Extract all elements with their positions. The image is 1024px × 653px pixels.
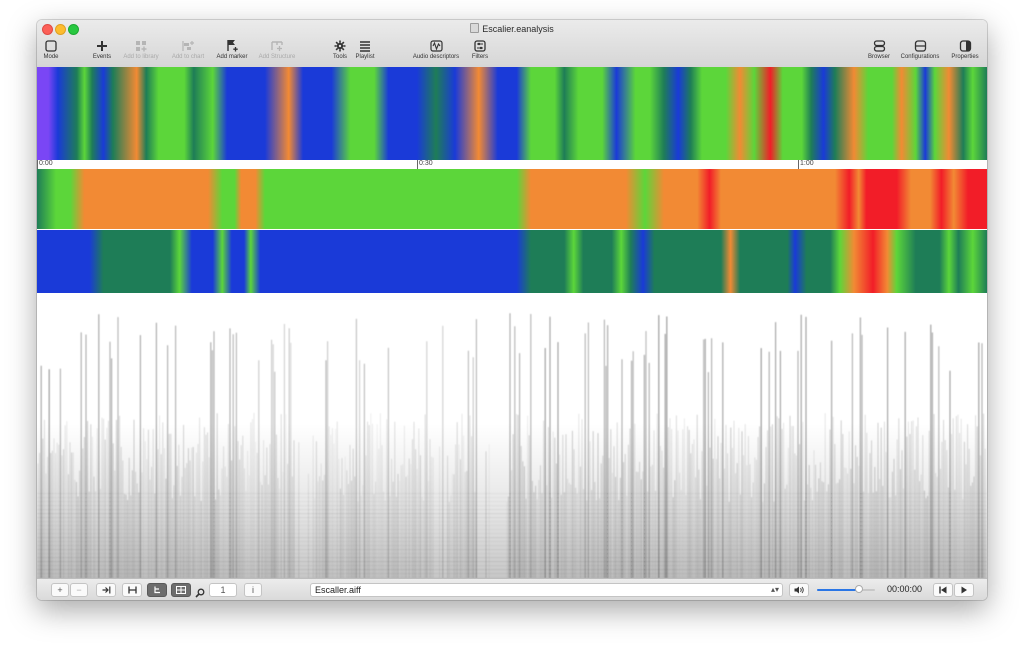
bottom-bar: + − 1 i Escaller.aiff ▴▾ 00:00:00 bbox=[37, 578, 987, 600]
sonogram-view[interactable] bbox=[37, 293, 987, 579]
window-title: Escalier.eanalysis bbox=[37, 23, 987, 34]
zoom-field[interactable]: 1 bbox=[209, 583, 237, 597]
events-label: Events bbox=[92, 54, 112, 60]
properties-label: Properties bbox=[951, 54, 979, 60]
browser-button[interactable]: Browser bbox=[864, 37, 894, 60]
playlist-button[interactable]: Playlist bbox=[351, 37, 379, 60]
properties-icon bbox=[947, 37, 983, 54]
mode-button[interactable]: Mode bbox=[39, 37, 63, 60]
add-to-chart-button[interactable]: Add to chart bbox=[166, 37, 210, 60]
chevron-updown-icon: ▴▾ bbox=[770, 585, 779, 594]
hierarchy-icon bbox=[153, 586, 160, 594]
filter-icon bbox=[468, 37, 492, 54]
timecode-display: 00:00:00 bbox=[887, 584, 923, 594]
sonogram-image bbox=[37, 313, 987, 579]
waveform-icon bbox=[407, 37, 465, 54]
speaker-icon bbox=[794, 586, 804, 594]
volume-button[interactable] bbox=[789, 583, 809, 597]
window-title-text: Escalier.eanalysis bbox=[482, 24, 554, 34]
layout-toggle[interactable] bbox=[171, 583, 191, 597]
mode-label: Mode bbox=[43, 54, 59, 60]
descriptor-band-middle[interactable] bbox=[37, 169, 987, 229]
volume-slider-fill bbox=[817, 589, 859, 591]
filters-label: Filters bbox=[471, 54, 489, 60]
add-structure-button[interactable]: Add Structure bbox=[254, 37, 300, 60]
tools-label: Tools bbox=[332, 54, 347, 60]
browser-label: Browser bbox=[867, 54, 890, 60]
events-button[interactable]: Events bbox=[90, 37, 114, 60]
mode-icon bbox=[39, 37, 63, 54]
filters-button[interactable]: Filters bbox=[468, 37, 492, 60]
add-to-library-label: Add to library bbox=[123, 54, 159, 60]
info-button[interactable]: i bbox=[244, 583, 262, 597]
timeline-ruler[interactable]: 0:00 0:30 1:00 bbox=[37, 160, 987, 169]
arrow-to-line-icon bbox=[102, 586, 110, 594]
audio-descriptors-button[interactable]: Audio descriptors bbox=[407, 37, 465, 60]
add-to-library-button[interactable]: Add to library bbox=[117, 37, 165, 60]
add-marker-label: Add marker bbox=[216, 54, 248, 60]
timeline-tick: 0:00 bbox=[37, 160, 53, 169]
properties-button[interactable]: Properties bbox=[947, 37, 983, 60]
plus-icon bbox=[90, 37, 114, 54]
configurations-icon bbox=[895, 37, 945, 54]
add-marker-button[interactable]: Add marker bbox=[212, 37, 252, 60]
descriptor-band-top[interactable] bbox=[37, 67, 987, 160]
audio-descriptors-label: Audio descriptors bbox=[412, 54, 460, 60]
playlist-label: Playlist bbox=[355, 54, 375, 60]
browser-icon bbox=[864, 37, 894, 54]
file-select-value: Escaller.aiff bbox=[315, 585, 361, 595]
app-window: Escalier.eanalysis Mode Events Add to li… bbox=[37, 20, 987, 600]
structure-add-icon bbox=[254, 37, 300, 54]
play-button[interactable] bbox=[954, 583, 974, 597]
volume-slider[interactable] bbox=[817, 585, 875, 593]
add-structure-label: Add Structure bbox=[258, 54, 296, 60]
play-icon bbox=[961, 586, 967, 594]
file-select[interactable]: Escaller.aiff ▴▾ bbox=[310, 583, 783, 597]
list-icon bbox=[351, 37, 379, 54]
volume-slider-knob[interactable] bbox=[854, 585, 863, 593]
document-icon bbox=[470, 23, 480, 33]
hierarchy-toggle[interactable] bbox=[147, 583, 167, 597]
timeline-tick: 0:30 bbox=[417, 160, 433, 169]
configurations-label: Configurations bbox=[900, 54, 940, 60]
descriptor-band-bottom[interactable] bbox=[37, 230, 987, 293]
flag-add-icon bbox=[212, 37, 252, 54]
title-bar: Escalier.eanalysis Mode Events Add to li… bbox=[37, 20, 987, 68]
height-button[interactable] bbox=[122, 583, 142, 597]
grid-icon bbox=[176, 586, 186, 594]
h-bracket-icon bbox=[127, 586, 137, 594]
library-add-icon bbox=[117, 37, 165, 54]
timeline-tick: 1:00 bbox=[798, 160, 814, 169]
configurations-button[interactable]: Configurations bbox=[895, 37, 945, 60]
chart-add-icon bbox=[166, 37, 210, 54]
skip-back-icon bbox=[939, 586, 947, 594]
remove-button[interactable]: − bbox=[70, 583, 88, 597]
zoom-icon bbox=[195, 585, 205, 600]
add-to-chart-label: Add to chart bbox=[171, 54, 205, 60]
tools-button[interactable]: Tools bbox=[329, 37, 351, 60]
add-button[interactable]: + bbox=[51, 583, 69, 597]
snap-button[interactable] bbox=[96, 583, 116, 597]
gear-icon bbox=[329, 37, 351, 54]
rewind-button[interactable] bbox=[933, 583, 953, 597]
